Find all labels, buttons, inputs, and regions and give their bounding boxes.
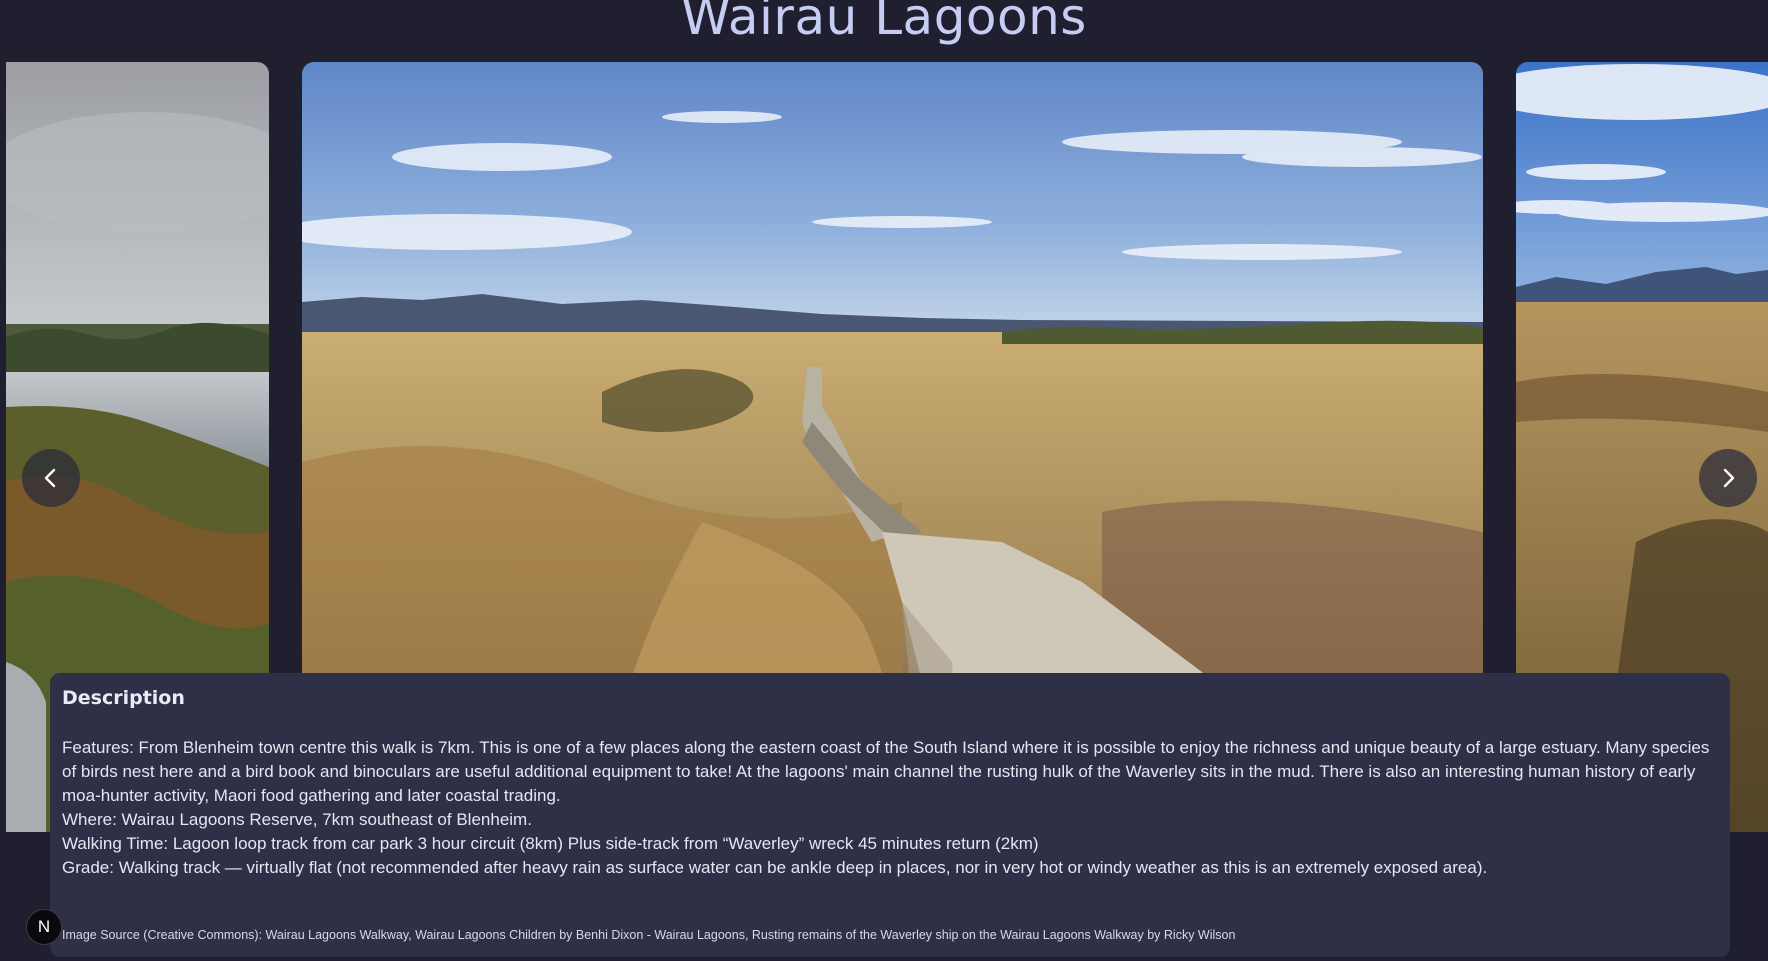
chevron-left-icon bbox=[44, 468, 56, 488]
description-grade: Grade: Walking track — virtually flat (n… bbox=[62, 858, 1488, 877]
carousel-next-button[interactable] bbox=[1699, 449, 1757, 507]
chevron-right-icon bbox=[1723, 468, 1735, 488]
n-badge-button[interactable]: N bbox=[26, 909, 62, 945]
description-body: Features: From Blenheim town centre this… bbox=[62, 736, 1718, 880]
description-heading: Description bbox=[62, 687, 185, 709]
description-panel: Description Features: From Blenheim town… bbox=[50, 673, 1730, 957]
description-features: Features: From Blenheim town centre this… bbox=[62, 738, 1710, 805]
description-where: Where: Wairau Lagoons Reserve, 7km south… bbox=[62, 810, 532, 829]
page-title: Wairau Lagoons bbox=[681, 0, 1087, 46]
carousel-previous-button[interactable] bbox=[22, 449, 80, 507]
description-walking-time: Walking Time: Lagoon loop track from car… bbox=[62, 834, 1039, 853]
image-source-credit: Image Source (Creative Commons): Wairau … bbox=[62, 928, 1236, 942]
